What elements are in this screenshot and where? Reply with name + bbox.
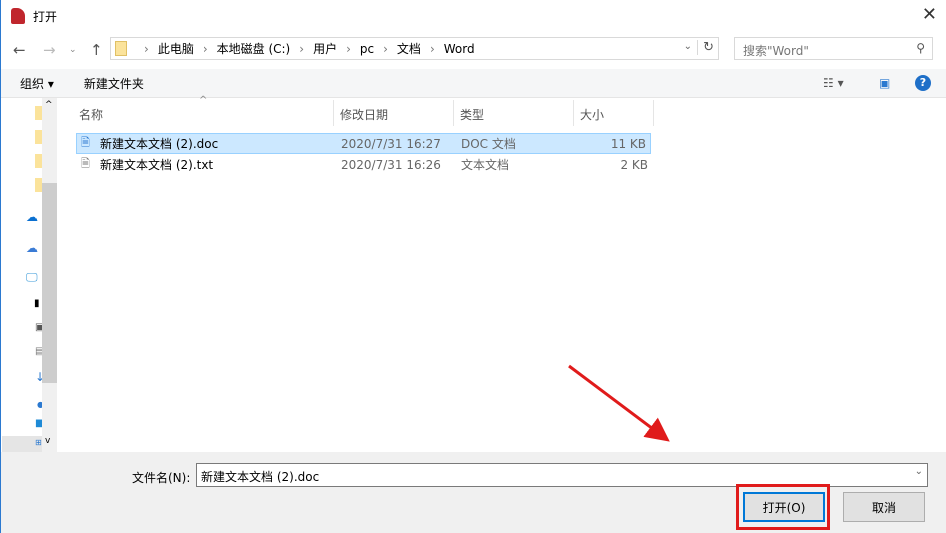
open-dialog: 打开 ✕ ← → ⌄ ↑ › 此电脑 › 本地磁盘 (C:) › 用户 › pc › 文档… [0,0,946,533]
filename-value: 新建文本文档 (2).doc [201,470,320,484]
filename-label: 文件名(N): [132,471,191,485]
cancel-button[interactable]: 取消 [843,492,925,522]
open-button[interactable]: 打开(O) [743,492,825,522]
chevron-down-icon[interactable]: ⌄ [915,466,923,477]
